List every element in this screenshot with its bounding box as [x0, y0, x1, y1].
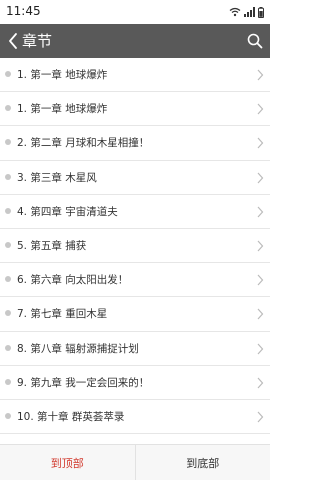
chevron-right-icon [257, 137, 264, 149]
chapter-title: 3. 第三章 木星风 [17, 171, 97, 184]
page-title: 章节 [22, 32, 53, 50]
battery-icon [258, 6, 264, 18]
bullet-icon [5, 241, 11, 248]
scroll-to-top-button[interactable]: 到顶部 [0, 445, 136, 480]
app-bar: 章节 [0, 24, 270, 58]
back-button[interactable] [2, 29, 24, 53]
bullet-icon [5, 412, 11, 419]
back-icon [9, 33, 17, 49]
chevron-right-icon [257, 172, 264, 183]
chapter-row[interactable]: 2. 第二章 月球和木星相撞！ [0, 126, 270, 161]
chevron-right-icon [257, 69, 264, 81]
chevron-right-icon [257, 240, 264, 252]
bullet-icon [5, 71, 11, 77]
bullet-icon [5, 207, 11, 214]
bullet-icon [5, 139, 11, 146]
chevron-right-icon [257, 103, 264, 115]
chevron-right-icon [257, 206, 264, 218]
chapter-title: 1. 第一章 地球爆炸 [17, 69, 108, 81]
chapter-list: 1. 第一章 地球爆炸 1. 第一章 地球爆炸 2. 第二章 月球和木星相撞！ … [0, 58, 270, 435]
chapter-row[interactable]: 5. 第五章 捕获 [0, 229, 270, 264]
scroll-to-bottom-button[interactable]: 到底部 [136, 445, 271, 480]
chapter-row[interactable]: 4. 第四章 宇宙清道夫 [0, 195, 270, 229]
chapter-row[interactable]: 1. 第一章 地球爆炸 [0, 58, 270, 93]
bottom-bar: 到顶部 到底部 [0, 444, 270, 480]
chapter-row[interactable]: 9. 第九章 我一定会回来的！ [0, 366, 270, 400]
chapter-title: 7. 第七章 重回木星 [17, 308, 108, 321]
system-icons [229, 5, 264, 19]
chevron-right-icon [257, 274, 264, 286]
status-bar: 11:45 [0, 0, 270, 24]
chapter-row[interactable]: 3. 第三章 木星风 [0, 161, 270, 195]
chapter-title: 8. 第八章 辐射源捕捉计划 [17, 342, 139, 355]
chapter-row[interactable]: 1. 第一章 地球爆炸 [0, 92, 270, 127]
chevron-right-icon [257, 377, 264, 389]
chapter-row[interactable]: 8. 第八章 辐射源捕捉计划 [0, 332, 270, 366]
search-button[interactable] [244, 30, 266, 52]
chapter-title: 5. 第五章 捕获 [17, 239, 87, 252]
chevron-right-icon [257, 411, 264, 423]
bullet-icon [5, 105, 11, 112]
chapter-row[interactable]: 6. 第六章 向太阳出发！ [0, 263, 270, 298]
bullet-icon [5, 344, 11, 351]
chapter-row[interactable]: 10. 第十章 群英荟萃录 [0, 400, 270, 435]
chapter-row[interactable]: 7. 第七章 重回木星 [0, 297, 270, 332]
signal-icon [244, 7, 255, 17]
bullet-icon [5, 173, 11, 180]
chapter-title: 1. 第一章 地球爆炸 [17, 103, 108, 116]
bullet-icon [5, 378, 11, 385]
chapter-title: 9. 第九章 我一定会回来的！ [17, 376, 150, 389]
chevron-right-icon [257, 308, 264, 320]
wifi-icon [229, 7, 241, 17]
chapter-title: 2. 第二章 月球和木星相撞！ [17, 137, 150, 150]
search-icon [247, 33, 263, 49]
bullet-icon [5, 276, 11, 283]
status-time: 11:45 [6, 4, 41, 18]
chapter-title: 10. 第十章 群英荟萃录 [17, 410, 125, 423]
chapter-title: 6. 第六章 向太阳出发！ [17, 274, 129, 287]
chevron-right-icon [257, 343, 264, 354]
bullet-icon [5, 310, 11, 317]
chapter-title: 4. 第四章 宇宙清道夫 [17, 205, 118, 218]
